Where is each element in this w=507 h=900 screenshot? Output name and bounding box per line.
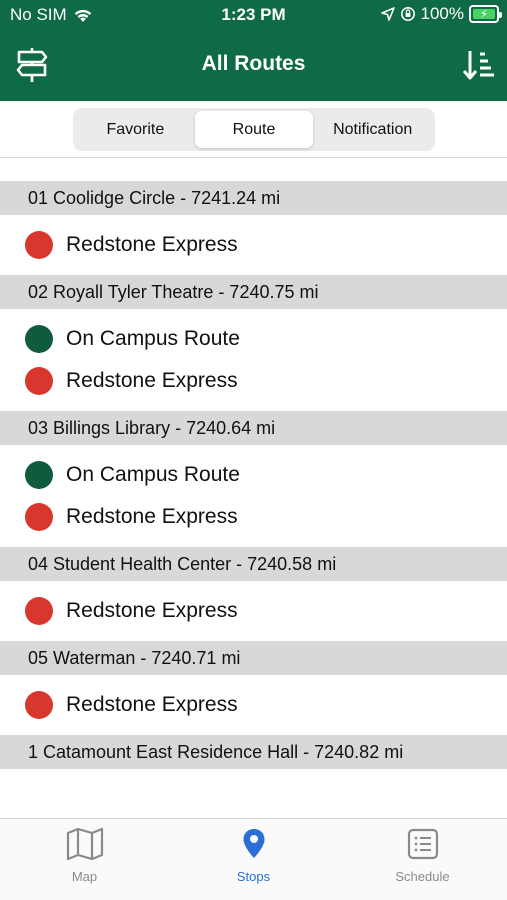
route-name: Redstone Express xyxy=(66,233,238,256)
stop-header[interactable]: 04 Student Health Center - 7240.58 mi xyxy=(0,547,507,581)
location-arrow-icon xyxy=(380,7,395,21)
tab-stops[interactable]: Stops xyxy=(169,819,338,900)
app-header: No SIM 1:23 PM 100% ⚡ All Routes xyxy=(0,0,507,101)
route-row[interactable]: Redstone Express xyxy=(0,224,507,266)
segment-favorite[interactable]: Favorite xyxy=(76,111,195,148)
section-spacer xyxy=(0,158,507,181)
route-rows: Redstone Express xyxy=(0,675,507,735)
route-name: Redstone Express xyxy=(66,369,238,392)
stop-header[interactable]: 05 Waterman - 7240.71 mi xyxy=(0,641,507,675)
battery-icon: ⚡ xyxy=(469,5,502,23)
route-row[interactable]: On Campus Route xyxy=(0,318,507,360)
sort-icon[interactable] xyxy=(463,48,495,82)
page-title: All Routes xyxy=(201,52,306,75)
route-name: Redstone Express xyxy=(66,599,238,622)
segment-notification[interactable]: Notification xyxy=(313,111,432,148)
segmented-control: Favorite Route Notification xyxy=(73,108,435,151)
route-row[interactable]: On Campus Route xyxy=(0,454,507,496)
tab-label: Map xyxy=(71,869,98,884)
stop-header[interactable]: 03 Billings Library - 7240.64 mi xyxy=(0,411,507,445)
stop-header[interactable]: 02 Royall Tyler Theatre - 7240.75 mi xyxy=(0,275,507,309)
route-color-dot xyxy=(25,597,53,625)
tab-map[interactable]: Map xyxy=(0,819,169,900)
route-color-dot xyxy=(25,367,53,395)
route-name: Redstone Express xyxy=(66,505,238,528)
route-color-dot xyxy=(25,325,53,353)
tab-label: Schedule xyxy=(395,869,450,884)
stop-header[interactable]: 01 Coolidge Circle - 7241.24 mi xyxy=(0,181,507,215)
route-name: On Campus Route xyxy=(66,463,240,486)
navigation-bar: All Routes xyxy=(0,38,507,92)
segment-bar: Favorite Route Notification xyxy=(0,101,507,158)
route-color-dot xyxy=(25,691,53,719)
orientation-lock-icon xyxy=(400,7,415,21)
route-name: Redstone Express xyxy=(66,693,238,716)
route-row[interactable]: Redstone Express xyxy=(0,496,507,538)
segment-route[interactable]: Route xyxy=(194,111,314,148)
route-rows: Redstone Express xyxy=(0,581,507,641)
route-color-dot xyxy=(25,461,53,489)
route-row[interactable]: Redstone Express xyxy=(0,360,507,402)
stop-header[interactable]: 1 Catamount East Residence Hall - 7240.8… xyxy=(0,735,507,769)
battery-percent: 100% xyxy=(420,4,464,23)
stops-list[interactable]: 01 Coolidge Circle - 7241.24 mi Redstone … xyxy=(0,158,507,818)
schedule-list-icon xyxy=(407,828,439,869)
route-rows: Redstone Express xyxy=(0,215,507,275)
tab-bar: Map Stops Schedule xyxy=(0,818,507,900)
route-rows: On Campus Route Redstone Express xyxy=(0,309,507,411)
tab-label: Stops xyxy=(236,869,271,884)
route-row[interactable]: Redstone Express xyxy=(0,590,507,632)
route-color-dot xyxy=(25,503,53,531)
location-pin-icon xyxy=(242,828,266,869)
route-rows: On Campus Route Redstone Express xyxy=(0,445,507,547)
status-bar: No SIM 1:23 PM 100% ⚡ xyxy=(0,0,507,30)
tab-schedule[interactable]: Schedule xyxy=(338,819,507,900)
route-row[interactable]: Redstone Express xyxy=(0,684,507,726)
route-color-dot xyxy=(25,231,53,259)
route-name: On Campus Route xyxy=(66,327,240,350)
map-icon xyxy=(66,827,104,869)
